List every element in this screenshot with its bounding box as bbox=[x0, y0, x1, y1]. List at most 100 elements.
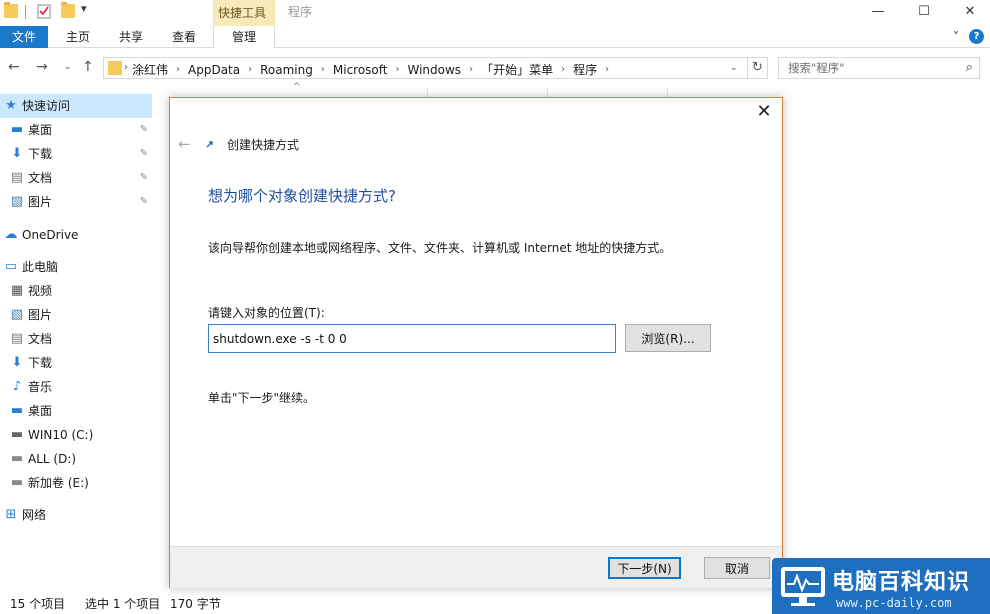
sidebar-item[interactable]: ▬ ALL (D:) bbox=[0, 447, 152, 471]
expand-ribbon-icon[interactable]: ˅ bbox=[953, 30, 959, 44]
sidebar-item[interactable]: ▤ 文档 ✎ bbox=[0, 166, 152, 190]
sidebar-item[interactable]: ▧ 图片 ✎ bbox=[0, 190, 152, 214]
breadcrumb-chevron-icon[interactable]: › bbox=[561, 64, 565, 75]
breadcrumb-item[interactable]: Microsoft bbox=[333, 63, 388, 77]
sidebar-item-label: 视频 bbox=[28, 284, 53, 298]
sidebar-item-label: 此电脑 bbox=[22, 260, 59, 274]
breadcrumb-item[interactable]: AppData bbox=[188, 63, 240, 77]
breadcrumb-item[interactable]: 「开始」菜单 bbox=[481, 61, 553, 78]
tab-home[interactable]: 主页 bbox=[55, 26, 101, 48]
forward-icon[interactable]: → bbox=[36, 59, 48, 75]
breadcrumb-chevron-icon[interactable]: › bbox=[605, 64, 609, 75]
desktop-icon: ▬ bbox=[10, 122, 24, 137]
pin-icon[interactable]: ✎ bbox=[140, 142, 148, 166]
sidebar-item[interactable]: ☁ OneDrive bbox=[0, 223, 152, 247]
address-folder-icon bbox=[108, 61, 122, 75]
computer-icon: ▭ bbox=[4, 259, 18, 274]
sidebar-item-label: 桌面 bbox=[28, 123, 53, 137]
sidebar-item[interactable]: ▬ 新加卷 (E:) bbox=[0, 471, 152, 495]
customize-quick-access-icon[interactable]: ▾ bbox=[81, 2, 87, 15]
back-icon[interactable]: ← bbox=[8, 59, 20, 75]
properties-icon[interactable] bbox=[37, 3, 51, 19]
tab-share[interactable]: 共享 bbox=[108, 26, 154, 48]
breadcrumb-item[interactable]: 程序 bbox=[573, 61, 597, 78]
sidebar-item-label: 桌面 bbox=[28, 404, 53, 418]
browse-button[interactable]: 浏览(R)... bbox=[625, 324, 711, 352]
search-icon[interactable]: ⌕ bbox=[966, 60, 973, 75]
cloud-icon: ☁ bbox=[4, 227, 18, 242]
dialog-header-title: 创建快捷方式 bbox=[227, 138, 300, 152]
monitor-logo-icon bbox=[781, 567, 825, 606]
close-button[interactable]: ✕ bbox=[947, 0, 990, 22]
document-icon: ▤ bbox=[10, 170, 24, 185]
new-folder-icon[interactable] bbox=[61, 2, 75, 18]
sidebar-item-label: 下载 bbox=[28, 356, 53, 370]
sidebar-item[interactable]: ⬇ 下载 ✎ bbox=[0, 142, 152, 166]
sidebar-item-label: 新加卷 (E:) bbox=[28, 476, 89, 490]
sidebar-item[interactable]: ⊞ 网络 bbox=[0, 503, 152, 527]
sidebar-item[interactable]: ▬ 桌面 bbox=[0, 399, 152, 423]
breadcrumb-chevron-icon[interactable]: › bbox=[395, 64, 399, 75]
pin-icon[interactable]: ✎ bbox=[140, 166, 148, 190]
download-icon: ⬇ bbox=[11, 146, 23, 161]
search-box: ⌕ bbox=[778, 57, 980, 79]
address-bar[interactable]: › 涂红伟 › AppData › Roaming › Microsoft › Windows ›… bbox=[103, 57, 748, 79]
up-icon[interactable]: ↑ bbox=[82, 59, 94, 75]
status-item-count: 15 个项目 bbox=[10, 597, 66, 611]
sidebar-item-label: 音乐 bbox=[28, 380, 53, 394]
download-icon: ⬇ bbox=[11, 355, 23, 370]
location-input[interactable] bbox=[208, 324, 616, 353]
breadcrumb-item[interactable]: 涂红伟 bbox=[132, 61, 168, 78]
sidebar-item[interactable]: ▭ 此电脑 bbox=[0, 255, 152, 279]
pin-icon[interactable]: ✎ bbox=[140, 190, 148, 214]
tab-file[interactable]: 文件 bbox=[0, 26, 48, 48]
sidebar-item-label: 文档 bbox=[28, 171, 53, 185]
address-root-chevron-icon[interactable]: › bbox=[124, 62, 128, 73]
star-icon: ★ bbox=[5, 98, 17, 113]
tab-view[interactable]: 查看 bbox=[161, 26, 207, 48]
minimize-button[interactable]: — bbox=[855, 0, 901, 22]
location-label: 请键入对象的位置(T): bbox=[208, 306, 325, 320]
drive-icon: ▬ bbox=[10, 451, 24, 466]
dialog-back-icon[interactable]: ← bbox=[178, 135, 191, 153]
sidebar-item[interactable]: ▬ 桌面 ✎ bbox=[0, 118, 152, 142]
sidebar-item-label: 图片 bbox=[28, 195, 53, 209]
sidebar-item-label: 网络 bbox=[22, 508, 47, 522]
sidebar-item[interactable]: ▦ 视频 bbox=[0, 279, 152, 303]
breadcrumb-chevron-icon[interactable]: › bbox=[248, 64, 252, 75]
dialog-close-button[interactable]: ✕ bbox=[754, 101, 774, 123]
sidebar-item[interactable]: ⬇ 下载 bbox=[0, 351, 152, 375]
sidebar-item-label: ALL (D:) bbox=[28, 452, 77, 466]
breadcrumb-chevron-icon[interactable]: › bbox=[321, 64, 325, 75]
watermark-title: 电脑百科知识 bbox=[832, 570, 971, 595]
picture-icon: ▧ bbox=[10, 307, 24, 322]
sidebar-item[interactable]: ★ 快速访问 bbox=[0, 94, 152, 118]
dialog-hint: 单击"下一步"继续。 bbox=[208, 391, 316, 405]
tab-manage[interactable]: 管理 bbox=[213, 26, 275, 48]
sidebar-item[interactable]: ♪ 音乐 bbox=[0, 375, 152, 399]
next-button[interactable]: 下一步(N) bbox=[608, 557, 681, 579]
video-icon: ▦ bbox=[10, 283, 24, 298]
navigation-pane: ★ 快速访问 ▬ 桌面 ✎ ⬇ 下载 ✎ ▤ 文档 ✎ ▧ 图片 ✎ ☁ OneDrive ▭ 此电脑 ▦ 视频 ▧ 图片… bbox=[0, 92, 155, 592]
drive-c-icon: ▬ bbox=[10, 427, 24, 442]
network-icon: ⊞ bbox=[5, 507, 17, 522]
ribbon-right-controls: ˅ ? bbox=[953, 29, 984, 44]
breadcrumb-chevron-icon[interactable]: › bbox=[176, 64, 180, 75]
cancel-button[interactable]: 取消 bbox=[704, 557, 770, 579]
breadcrumb-item[interactable]: Windows bbox=[407, 63, 461, 77]
breadcrumb-item[interactable]: Roaming bbox=[260, 63, 313, 77]
music-icon: ♪ bbox=[12, 379, 22, 394]
refresh-icon[interactable]: ↻ bbox=[748, 57, 768, 79]
sidebar-item[interactable]: ▧ 图片 bbox=[0, 303, 152, 327]
help-icon[interactable]: ? bbox=[969, 29, 984, 44]
search-input[interactable] bbox=[779, 58, 954, 78]
pin-icon[interactable]: ✎ bbox=[140, 118, 148, 142]
maximize-button[interactable]: ☐ bbox=[901, 0, 947, 22]
recent-locations-icon[interactable]: ⌄ bbox=[64, 62, 72, 72]
sidebar-item[interactable]: ▤ 文档 bbox=[0, 327, 152, 351]
sidebar-item[interactable]: ▬ WIN10 (C:) bbox=[0, 423, 152, 447]
breadcrumb-chevron-icon[interactable]: › bbox=[469, 64, 473, 75]
watermark: 电脑百科知识 www.pc-daily.com bbox=[772, 558, 990, 614]
address-dropdown-icon[interactable]: ⌄ bbox=[730, 63, 738, 73]
ribbon-tabs: 文件 主页 共享 查看 管理 ˅ ? bbox=[0, 26, 990, 48]
